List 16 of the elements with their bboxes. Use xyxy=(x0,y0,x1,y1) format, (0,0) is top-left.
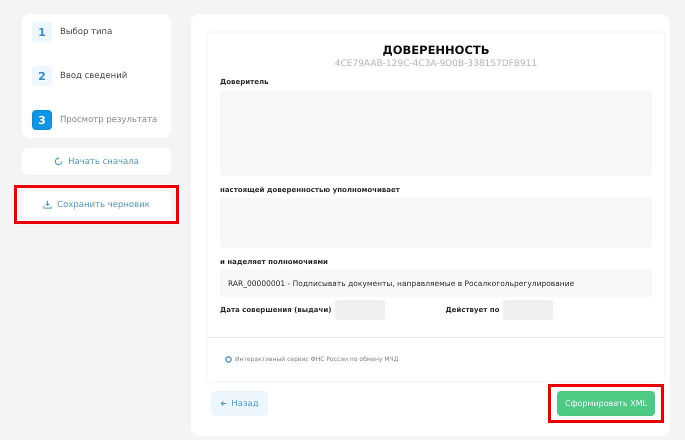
download-icon xyxy=(43,200,52,209)
document-id: 4CE79AAB-129C-4C3A-9D0B-338157DFB911 xyxy=(334,59,538,69)
save-draft-button[interactable]: Сохранить черновик xyxy=(22,191,171,218)
step-label[interactable]: Ввод сведений xyxy=(60,71,128,81)
restart-button[interactable]: Начать сначала xyxy=(22,148,171,175)
step-number[interactable]: 3 xyxy=(32,110,52,130)
generate-xml-button[interactable]: Сформировать XML xyxy=(557,391,655,416)
step-label[interactable]: Просмотр результата xyxy=(60,115,158,125)
document-title: ДОВЕРЕННОСТЬ xyxy=(382,43,490,57)
step-number[interactable]: 2 xyxy=(32,66,52,86)
arrow-left-icon xyxy=(220,400,228,407)
back-button[interactable]: Назад xyxy=(211,391,268,416)
restart-icon xyxy=(54,157,64,166)
step-label[interactable]: Выбор типа xyxy=(60,27,112,37)
circle-icon xyxy=(225,356,232,363)
step-number[interactable]: 1 xyxy=(32,22,52,42)
